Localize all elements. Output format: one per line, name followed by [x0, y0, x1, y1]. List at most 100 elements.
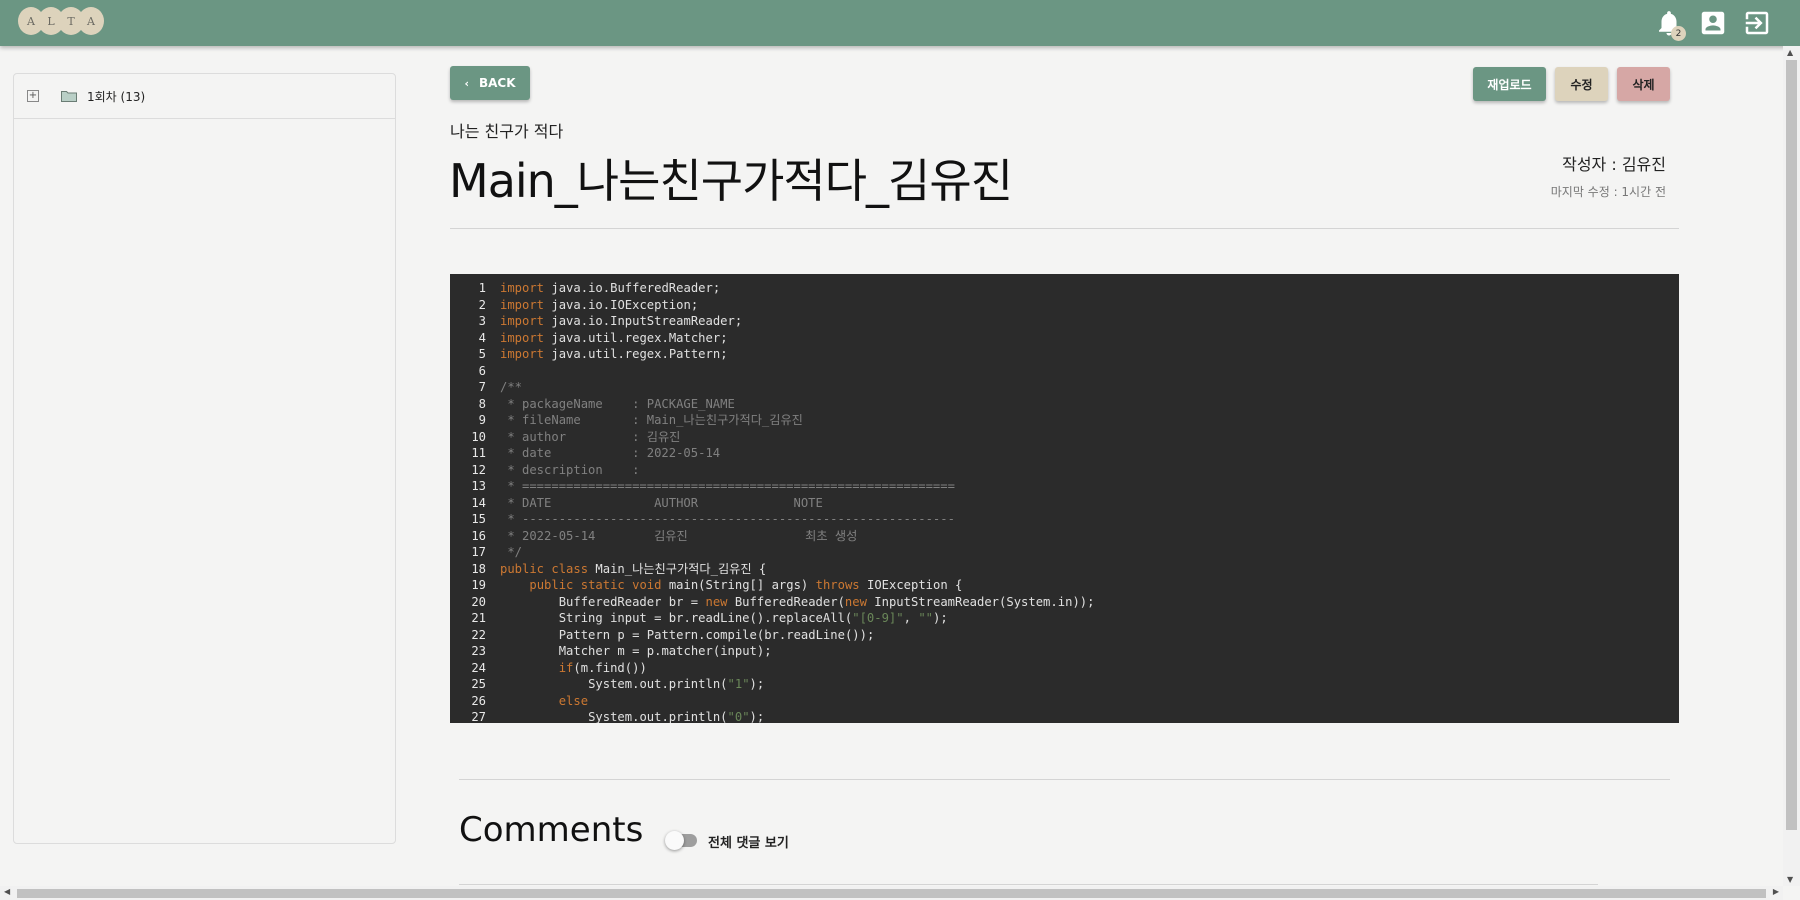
code-text: * description : — [500, 462, 640, 477]
code-line: 9 * fileName : Main_나는친구가적다_김유진 — [450, 412, 1679, 429]
code-text: import java.io.BufferedReader; — [500, 281, 721, 295]
notification-badge: 2 — [1671, 26, 1686, 41]
logo-letter: A — [78, 7, 104, 35]
code-viewer[interactable]: 1 import java.io.BufferedReader; 2 import j… — [450, 274, 1679, 723]
code-line: 1 import java.io.BufferedReader; — [450, 280, 1679, 297]
code-line: 23 Matcher m = p.matcher(input); — [450, 643, 1679, 660]
reupload-button[interactable]: 재업로드 — [1473, 67, 1546, 101]
vertical-scrollbar[interactable]: ▲ ▼ — [1783, 46, 1800, 886]
code-line: 10 * author : 김유진 — [450, 429, 1679, 446]
page-title: Main_나는친구가적다_김유진 — [449, 154, 1013, 208]
line-number: 13 — [471, 479, 486, 493]
code-line: 7 /** — [450, 379, 1679, 396]
divider — [459, 779, 1670, 780]
code-line: 20 BufferedReader br = new BufferedReade… — [450, 594, 1679, 611]
code-text: * --------------------------------------… — [500, 512, 955, 526]
top-app-bar: ALTA 2 — [0, 0, 1800, 46]
code-line: 11 * date : 2022-05-14 — [450, 445, 1679, 462]
line-number: 5 — [478, 347, 486, 361]
problem-subtitle: 나는 친구가 적다 — [450, 122, 564, 141]
code-line: 13 * ===================================… — [450, 478, 1679, 495]
scroll-up-icon[interactable]: ▲ — [1787, 48, 1793, 57]
code-line: 16 * 2022-05-14 김유진 최초 생성 — [450, 528, 1679, 545]
horizontal-scroll-thumb[interactable] — [17, 889, 1766, 898]
code-text: import java.util.regex.Pattern; — [500, 347, 728, 361]
code-line: 5 import java.util.regex.Pattern; — [450, 346, 1679, 363]
line-number: 4 — [478, 330, 486, 345]
code-text: String input = br.readLine().replaceAll(… — [558, 611, 948, 625]
back-button-label: BACK — [479, 76, 516, 90]
code-line: 4 import java.util.regex.Matcher; — [450, 330, 1679, 347]
code-text: Pattern p = Pattern.compile(br.readLine(… — [558, 627, 875, 642]
bell-icon[interactable]: 2 — [1654, 8, 1686, 41]
expand-icon[interactable]: + — [27, 90, 39, 102]
folder-icon — [61, 91, 77, 102]
vertical-scroll-thumb[interactable] — [1786, 60, 1797, 830]
delete-button[interactable]: 삭제 — [1617, 67, 1670, 101]
code-line: 3 import java.io.InputStreamReader; — [450, 313, 1679, 330]
line-number: 27 — [471, 710, 486, 723]
comments-heading: Comments — [459, 810, 644, 850]
code-text: else — [558, 693, 589, 708]
show-all-comments-toggle[interactable] — [665, 831, 697, 850]
line-number: 10 — [471, 429, 486, 444]
code-text: * 2022-05-14 김유진 최초 생성 — [500, 528, 858, 543]
line-number: 1 — [478, 281, 486, 295]
code-text: import java.util.regex.Matcher; — [500, 330, 728, 345]
code-line: 15 * -----------------------------------… — [450, 511, 1679, 528]
line-number: 24 — [471, 660, 486, 675]
code-text: import java.io.InputStreamReader; — [500, 314, 743, 328]
show-all-comments-label: 전체 댓글 보기 — [708, 836, 789, 851]
code-line: 21 String input = br.readLine().replaceA… — [450, 610, 1679, 627]
code-text: public class Main_나는친구가적다_김유진 { — [500, 561, 767, 576]
file-tree-sidebar: + 1회차 (13) — [13, 73, 396, 844]
code-text: System.out.println("1"); — [588, 677, 765, 691]
code-line: 12 * description : — [450, 462, 1679, 479]
alta-logo[interactable]: ALTA — [18, 7, 104, 37]
line-number: 7 — [478, 380, 486, 394]
scroll-right-icon[interactable]: ▶ — [1773, 887, 1779, 896]
code-line: 2 import java.io.IOException; — [450, 297, 1679, 314]
code-text: Matcher m = p.matcher(input); — [558, 644, 772, 658]
line-number: 15 — [471, 512, 486, 526]
line-number: 6 — [478, 363, 486, 378]
line-number: 26 — [471, 693, 486, 708]
line-number: 19 — [471, 578, 486, 592]
code-text: * ======================================… — [500, 479, 955, 493]
line-number: 3 — [478, 314, 486, 328]
toggle-knob[interactable] — [665, 831, 684, 850]
line-number: 21 — [471, 611, 486, 625]
code-text: * DATE AUTHOR NOTE — [500, 495, 823, 510]
code-line: 19 public static void main(String[] args… — [450, 577, 1679, 594]
divider — [450, 228, 1679, 229]
edit-button[interactable]: 수정 — [1555, 67, 1608, 101]
account-icon[interactable] — [1698, 8, 1728, 38]
back-button[interactable]: ‹ BACK — [450, 66, 530, 100]
code-line: 17 */ — [450, 544, 1679, 561]
code-text: */ — [500, 545, 523, 559]
code-text: if(m.find()) — [558, 660, 647, 675]
code-text: import java.io.IOException; — [500, 297, 699, 312]
code-line: 22 Pattern p = Pattern.compile(br.readLi… — [450, 627, 1679, 644]
code-line: 14 * DATE AUTHOR NOTE — [450, 495, 1679, 512]
code-line: 18 public class Main_나는친구가적다_김유진 { — [450, 561, 1679, 578]
line-number: 22 — [471, 627, 486, 642]
code-text: BufferedReader br = new BufferedReader(n… — [558, 594, 1095, 609]
code-text: * packageName : PACKAGE_NAME — [500, 396, 735, 411]
line-number: 25 — [471, 677, 486, 691]
line-number: 8 — [478, 396, 486, 411]
line-number: 11 — [471, 446, 486, 460]
code-text: /** — [500, 380, 523, 394]
scroll-down-icon[interactable]: ▼ — [1787, 875, 1793, 884]
scroll-left-icon[interactable]: ◀ — [4, 887, 10, 896]
line-number: 18 — [471, 561, 486, 576]
chevron-left-icon: ‹ — [464, 76, 469, 90]
line-number: 9 — [478, 413, 486, 427]
code-line: 26 else — [450, 693, 1679, 710]
code-text: * author : 김유진 — [500, 429, 681, 444]
code-text: System.out.println("0"); — [588, 710, 765, 723]
logout-icon[interactable] — [1742, 8, 1772, 38]
tree-item-round-1[interactable]: + 1회차 (13) — [14, 74, 395, 119]
horizontal-scrollbar[interactable]: ◀ ▶ — [0, 886, 1783, 900]
